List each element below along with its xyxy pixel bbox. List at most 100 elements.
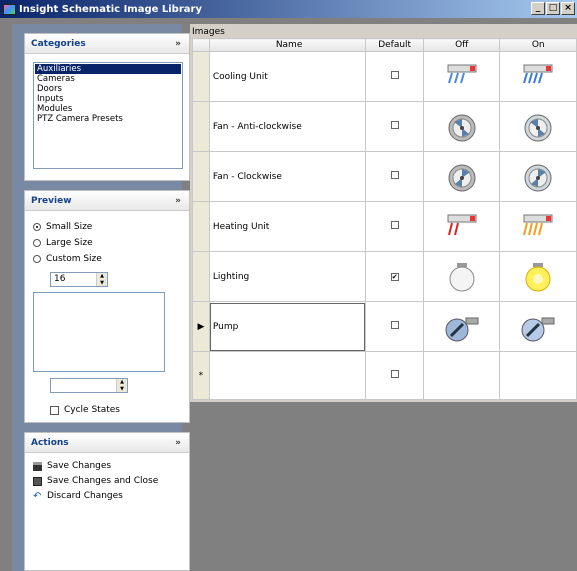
row-selector[interactable]: ▶ xyxy=(192,301,210,352)
on-image-cell[interactable] xyxy=(499,151,577,202)
on-image-cell[interactable] xyxy=(499,351,577,400)
categories-header[interactable]: Categories » xyxy=(25,34,189,54)
custom-size-value: 16 xyxy=(54,274,66,284)
category-item[interactable]: Doors xyxy=(35,84,181,94)
category-item[interactable]: Inputs xyxy=(35,94,181,104)
image-name-cell[interactable]: Heating Unit xyxy=(208,201,367,252)
collapse-icon[interactable]: » xyxy=(175,196,181,206)
default-cell[interactable] xyxy=(365,301,424,352)
off-image-cell[interactable] xyxy=(422,351,501,400)
close-button[interactable]: × xyxy=(561,2,575,15)
images-grid[interactable]: Name Default Off On Cooling Unit Fan - A… xyxy=(192,38,577,400)
new-row[interactable]: * xyxy=(192,351,577,400)
category-item[interactable]: PTZ Camera Presets xyxy=(35,114,181,124)
title-bar[interactable]: Insight Schematic Image Library _ □ × xyxy=(0,0,577,18)
heating-unit-on-icon xyxy=(518,214,558,235)
row-selector[interactable] xyxy=(192,251,210,302)
column-header-off[interactable]: Off xyxy=(422,38,501,52)
default-checkbox[interactable] xyxy=(390,321,399,329)
on-image-cell[interactable] xyxy=(499,201,577,252)
radio-icon[interactable] xyxy=(33,239,41,247)
default-cell[interactable] xyxy=(365,51,424,102)
image-name-cell[interactable]: Pump xyxy=(208,301,367,352)
custom-size-spinner[interactable]: 16 ▲ ▼ xyxy=(50,272,108,287)
preview-panel: Preview » Small Size Large Size Custom S… xyxy=(24,190,190,423)
discard-changes-action[interactable]: ↶ Discard Changes xyxy=(33,491,123,501)
state-spinner[interactable]: ▲ ▼ xyxy=(50,378,128,393)
spin-down-icon[interactable]: ▼ xyxy=(97,279,107,286)
off-image-cell[interactable] xyxy=(422,51,501,102)
row-selector[interactable] xyxy=(192,51,210,102)
column-header-on[interactable]: On xyxy=(499,38,577,52)
category-item[interactable]: Cameras xyxy=(35,74,181,84)
default-checkbox[interactable]: ✔ xyxy=(390,272,399,281)
image-name-cell[interactable]: Cooling Unit xyxy=(208,51,367,102)
on-image-cell[interactable] xyxy=(499,51,577,102)
on-image-cell[interactable] xyxy=(499,251,577,302)
off-image-cell[interactable] xyxy=(422,151,501,202)
default-checkbox[interactable] xyxy=(390,171,399,179)
large-size-radio[interactable]: Large Size xyxy=(33,238,93,248)
image-name-cell[interactable]: Fan - Clockwise xyxy=(208,151,367,202)
off-image-cell[interactable] xyxy=(422,201,501,252)
default-cell[interactable] xyxy=(365,151,424,202)
checkbox-icon[interactable] xyxy=(50,405,59,415)
small-size-radio[interactable]: Small Size xyxy=(33,222,92,232)
table-row[interactable]: Heating Unit xyxy=(192,201,577,252)
spin-down-icon[interactable]: ▼ xyxy=(117,385,127,392)
category-item[interactable]: Auxiliaries xyxy=(35,64,181,74)
minimize-button[interactable]: _ xyxy=(531,2,545,15)
save-and-close-action[interactable]: Save Changes and Close xyxy=(33,476,158,486)
row-selector[interactable] xyxy=(192,101,210,152)
category-item[interactable]: Modules xyxy=(35,104,181,114)
on-image-cell[interactable] xyxy=(499,301,577,352)
save-changes-action[interactable]: Save Changes xyxy=(33,461,111,471)
collapse-icon[interactable]: » xyxy=(175,438,181,448)
radio-icon[interactable] xyxy=(33,255,41,263)
default-checkbox[interactable] xyxy=(390,221,399,229)
categories-title: Categories xyxy=(31,38,86,49)
default-checkbox[interactable] xyxy=(390,370,399,378)
actions-panel: Actions » Save Changes Save Changes and … xyxy=(24,432,190,571)
radio-icon[interactable] xyxy=(33,223,41,231)
table-row[interactable]: Cooling Unit xyxy=(192,51,577,102)
new-row-marker: * xyxy=(192,351,210,400)
table-row[interactable]: Fan - Anti-clockwise xyxy=(192,101,577,152)
maximize-button[interactable]: □ xyxy=(546,2,560,15)
off-image-cell[interactable] xyxy=(422,301,501,352)
on-image-cell[interactable] xyxy=(499,101,577,152)
custom-size-radio[interactable]: Custom Size xyxy=(33,254,102,264)
table-row[interactable]: Lighting ✔ xyxy=(192,251,577,302)
save-close-icon xyxy=(33,476,42,486)
heating-unit-off-icon xyxy=(442,214,482,235)
image-name-cell[interactable]: Lighting xyxy=(208,251,367,302)
default-checkbox[interactable] xyxy=(390,121,399,129)
fan-anticlockwise-off-icon xyxy=(442,114,482,141)
row-selector[interactable] xyxy=(192,201,210,252)
table-row[interactable]: ▶ Pump xyxy=(192,301,577,352)
default-cell[interactable] xyxy=(365,351,424,400)
image-name-cell[interactable]: Fan - Anti-clockwise xyxy=(208,101,367,152)
preview-title: Preview xyxy=(31,195,72,206)
app-icon xyxy=(3,3,16,15)
row-selector[interactable] xyxy=(192,151,210,202)
table-row[interactable]: Fan - Clockwise xyxy=(192,151,577,202)
off-image-cell[interactable] xyxy=(422,251,501,302)
preview-header[interactable]: Preview » xyxy=(25,191,189,211)
fan-anticlockwise-on-icon xyxy=(518,114,558,141)
default-checkbox[interactable] xyxy=(390,71,399,79)
collapse-icon[interactable]: » xyxy=(175,39,181,49)
cycle-states-checkbox[interactable]: Cycle States xyxy=(50,405,120,415)
off-image-cell[interactable] xyxy=(422,101,501,152)
large-size-label: Large Size xyxy=(46,238,93,248)
categories-list[interactable]: Auxiliaries Cameras Doors Inputs Modules PTZ … xyxy=(33,62,183,169)
default-cell[interactable] xyxy=(365,101,424,152)
save-changes-label: Save Changes xyxy=(47,461,112,471)
new-name-cell[interactable] xyxy=(208,351,367,400)
column-header-default[interactable]: Default xyxy=(365,38,424,52)
default-cell[interactable] xyxy=(365,201,424,252)
column-header-name[interactable]: Name xyxy=(208,38,367,52)
actions-header[interactable]: Actions » xyxy=(25,433,189,453)
save-and-close-label: Save Changes and Close xyxy=(47,476,159,486)
default-cell[interactable]: ✔ xyxy=(365,251,424,302)
